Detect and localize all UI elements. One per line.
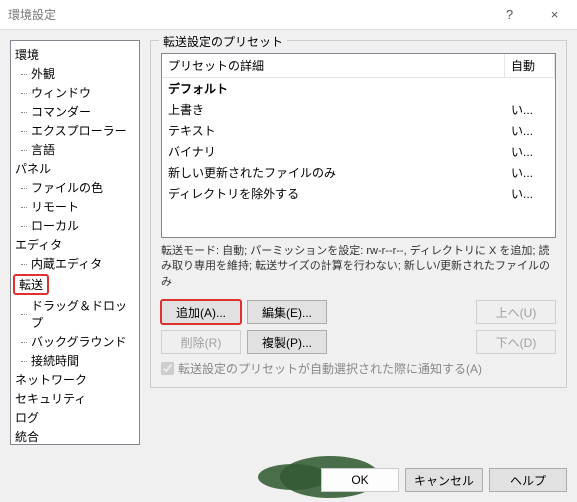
preset-auto [505,79,555,98]
preset-name: 新しい更新されたファイルのみ [162,163,505,182]
tree-item[interactable]: エクスプローラー [13,121,137,140]
preset-auto: い... [505,100,555,119]
col-preset-name[interactable]: プリセットの詳細 [162,54,505,77]
tree-item[interactable]: ドラッグ＆ドロップ [13,296,137,332]
preset-name: テキスト [162,121,505,140]
preset-description: 転送モード: 自動; パーミッションを設定: rw-r--r--, ディレクトリ… [161,244,556,290]
tree-item[interactable]: ログ [13,408,137,427]
dialog-buttons: OK キャンセル ヘルプ [150,458,567,492]
tree-item[interactable]: ネットワーク [13,370,137,389]
up-button[interactable]: 上へ(U) [476,300,556,324]
help-icon[interactable]: ? [487,0,532,30]
list-item[interactable]: ディレクトリを除外するい... [162,183,555,204]
tree-item[interactable]: 環境 [13,45,137,64]
preset-auto: い... [505,184,555,203]
tree-item[interactable]: ファイルの色 [13,178,137,197]
preset-name: ディレクトリを除外する [162,184,505,203]
tree-item[interactable]: エディタ [13,235,137,254]
tree-item[interactable]: 接続時間 [13,351,137,370]
tree-item[interactable]: 転送 [13,273,137,296]
col-auto[interactable]: 自動 [505,54,555,77]
preset-auto: い... [505,142,555,161]
titlebar: 環境設定 ? × [0,0,577,30]
tree-item[interactable]: リモート [13,197,137,216]
list-item[interactable]: 新しい更新されたファイルのみい... [162,162,555,183]
tree-item[interactable]: 言語 [13,140,137,159]
help-button[interactable]: ヘルプ [489,468,567,492]
tree-item[interactable]: 内蔵エディタ [13,254,137,273]
add-button[interactable]: 追加(A)... [161,300,241,324]
preset-auto: い... [505,121,555,140]
preset-name: デフォルト [162,79,505,98]
tree-item[interactable]: コマンダー [13,102,137,121]
tree-item[interactable]: セキュリティ [13,389,137,408]
ok-button[interactable]: OK [321,468,399,492]
list-item[interactable]: デフォルト [162,78,555,99]
tree-item[interactable]: 外観 [13,64,137,83]
group-title: 転送設定のプリセット [159,33,287,50]
close-icon[interactable]: × [532,0,577,30]
preset-name: バイナリ [162,142,505,161]
list-item[interactable]: テキストい... [162,120,555,141]
list-item[interactable]: バイナリい... [162,141,555,162]
nav-tree[interactable]: 環境外観ウィンドウコマンダーエクスプローラー言語パネルファイルの色リモートローカ… [10,40,140,445]
list-header: プリセットの詳細 自動 [162,54,555,78]
delete-button[interactable]: 削除(R) [161,330,241,354]
edit-button[interactable]: 編集(E)... [247,300,327,324]
down-button[interactable]: 下へ(D) [476,330,556,354]
window-title: 環境設定 [8,6,487,23]
tree-item[interactable]: バックグラウンド [13,332,137,351]
duplicate-button[interactable]: 複製(P)... [247,330,327,354]
transfer-presets-group: 転送設定のプリセット プリセットの詳細 自動 デフォルト上書きい...テキストい… [150,40,567,388]
preset-name: 上書き [162,100,505,119]
preset-auto: い... [505,163,555,182]
notify-checkbox[interactable] [161,362,174,375]
cancel-button[interactable]: キャンセル [405,468,483,492]
tree-item[interactable]: ローカル [13,216,137,235]
tree-item-selected[interactable]: 転送 [13,274,49,295]
notify-label: 転送設定のプリセットが自動選択された際に通知する(A) [178,360,482,377]
annotation-highlight [258,464,328,490]
tree-item[interactable]: パネル [13,159,137,178]
tree-item[interactable]: ウィンドウ [13,83,137,102]
list-item[interactable]: 上書きい... [162,99,555,120]
preset-list[interactable]: プリセットの詳細 自動 デフォルト上書きい...テキストい...バイナリい...… [161,53,556,238]
tree-item[interactable]: 統合 [13,427,137,445]
